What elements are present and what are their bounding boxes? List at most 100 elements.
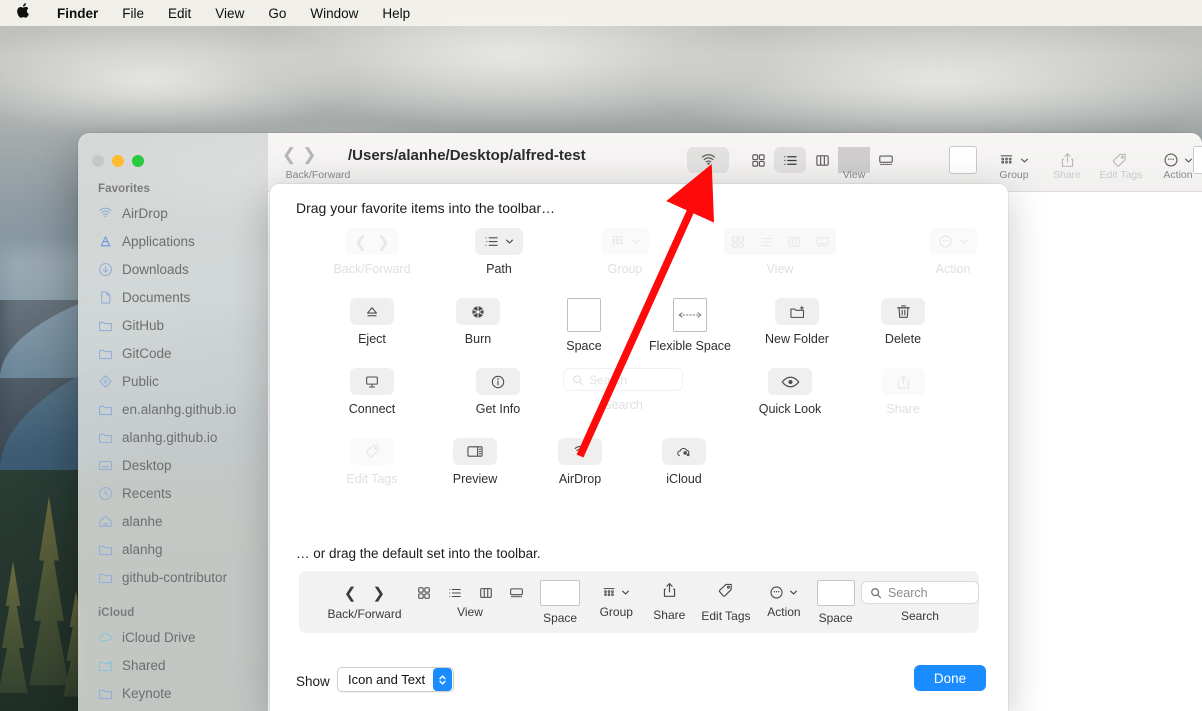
palette-item-group[interactable]: Group bbox=[570, 228, 680, 276]
palette-item-preview[interactable]: Preview bbox=[420, 438, 530, 486]
default-set-bar[interactable]: ❮ ❯ Back/Forward View Space Group Share … bbox=[299, 571, 979, 633]
view-icon-mode-button[interactable] bbox=[742, 147, 774, 173]
toolbar-share-label: Share bbox=[1052, 169, 1082, 181]
sidebar-item-alanhg[interactable]: alanhg bbox=[78, 535, 268, 563]
menu-item-go[interactable]: Go bbox=[256, 6, 298, 21]
show-mode-select[interactable]: Icon and Text bbox=[337, 667, 455, 692]
sidebar-item-shared[interactable]: Shared bbox=[78, 651, 268, 679]
search-placeholder: Search bbox=[589, 372, 628, 387]
default-item-label: View bbox=[457, 604, 483, 619]
tag-icon bbox=[717, 582, 734, 604]
menu-item-file[interactable]: File bbox=[110, 6, 156, 21]
downloads-icon bbox=[97, 261, 114, 278]
palette-item-flexible-space[interactable]: Flexible Space bbox=[635, 298, 745, 353]
default-item-label: Share bbox=[653, 608, 686, 622]
default-item-search[interactable]: Search Search bbox=[860, 571, 979, 633]
sidebar-item-documents[interactable]: Documents bbox=[78, 283, 268, 311]
palette-item-burn[interactable]: Burn bbox=[423, 298, 533, 346]
palette-item-search[interactable]: Search Search bbox=[553, 368, 693, 412]
default-item-edit-tags[interactable]: Edit Tags bbox=[694, 571, 757, 633]
toolbar-items-palette: ❮ ❯ Back/Forward Path Group View Action … bbox=[270, 228, 1008, 508]
applications-icon bbox=[97, 233, 114, 250]
menu-item-finder[interactable]: Finder bbox=[45, 6, 110, 21]
trash-icon bbox=[881, 298, 925, 325]
sidebar-item-airdrop[interactable]: AirDrop bbox=[78, 199, 268, 227]
palette-item-airdrop[interactable]: AirDrop bbox=[525, 438, 635, 486]
toolbar-back-forward[interactable]: ❮ ❯ bbox=[282, 146, 317, 164]
palette-item-connect[interactable]: Connect bbox=[317, 368, 427, 416]
menu-item-window[interactable]: Window bbox=[298, 6, 370, 21]
default-item-back-forward[interactable]: ❮ ❯ Back/Forward bbox=[321, 571, 408, 633]
path-icon bbox=[475, 228, 523, 255]
forward-icon[interactable]: ❯ bbox=[302, 146, 316, 164]
palette-item-get-info[interactable]: Get Info bbox=[443, 368, 553, 416]
sidebar-item-icloud-drive[interactable]: iCloud Drive bbox=[78, 623, 268, 651]
search-field-icon[interactable]: Search bbox=[860, 581, 979, 604]
sidebar-item-label: alanhg.github.io bbox=[122, 429, 218, 445]
toolbar-edit-tags-label: Edit Tags bbox=[1099, 169, 1143, 181]
default-item-label: Action bbox=[767, 605, 801, 619]
default-item-view[interactable]: View bbox=[408, 571, 532, 633]
menu-item-view[interactable]: View bbox=[203, 6, 256, 21]
sidebar-item-applications[interactable]: Applications bbox=[78, 227, 268, 255]
toolbar-airdrop-button[interactable] bbox=[687, 147, 729, 173]
palette-item-delete[interactable]: Delete bbox=[848, 298, 958, 346]
icloud-share-icon bbox=[662, 438, 706, 465]
palette-item-quick-look[interactable]: Quick Look bbox=[720, 368, 860, 416]
palette-item-back-forward[interactable]: ❮ ❯ Back/Forward bbox=[317, 228, 427, 276]
sidebar-item-public[interactable]: Public bbox=[78, 367, 268, 395]
menu-bar: Finder File Edit View Go Window Help bbox=[0, 0, 1202, 26]
sidebar-item-downloads[interactable]: Downloads bbox=[78, 255, 268, 283]
view-list-mode-icon bbox=[439, 586, 470, 600]
search-placeholder: Search bbox=[887, 585, 928, 600]
palette-item-label: Delete bbox=[884, 332, 922, 346]
info-icon bbox=[476, 368, 520, 395]
share-icon bbox=[662, 582, 677, 603]
palette-item-eject[interactable]: Eject bbox=[317, 298, 427, 346]
default-item-space[interactable]: Space bbox=[532, 571, 588, 633]
palette-item-space[interactable]: Space bbox=[529, 298, 639, 353]
default-item-label: Edit Tags bbox=[701, 608, 751, 623]
menu-item-edit[interactable]: Edit bbox=[156, 6, 203, 21]
palette-row: ❮ ❯ Back/Forward Path Group View Action bbox=[270, 228, 1008, 298]
toolbar-space-item-2[interactable] bbox=[1193, 146, 1202, 174]
sidebar-item-label: iCloud Drive bbox=[122, 629, 196, 645]
palette-item-path[interactable]: Path bbox=[444, 228, 554, 276]
default-item-action[interactable]: Action bbox=[758, 571, 811, 633]
done-button[interactable]: Done bbox=[914, 665, 986, 691]
sidebar-item-keynote[interactable]: Keynote bbox=[78, 679, 268, 707]
sidebar-item-gitcode[interactable]: GitCode bbox=[78, 339, 268, 367]
palette-item-label: Edit Tags bbox=[346, 472, 398, 486]
sidebar-item-alanhg-github-io[interactable]: alanhg.github.io bbox=[78, 423, 268, 451]
close-button[interactable] bbox=[92, 155, 104, 167]
default-item-space-2[interactable]: Space bbox=[810, 571, 861, 633]
view-list-mode-button[interactable] bbox=[774, 147, 806, 173]
sidebar-item-label: Recents bbox=[122, 485, 172, 501]
palette-item-label: Preview bbox=[452, 472, 498, 486]
sidebar-item-github[interactable]: GitHub bbox=[78, 311, 268, 339]
palette-item-view[interactable]: View bbox=[710, 228, 850, 276]
minimize-button[interactable] bbox=[112, 155, 124, 167]
sidebar-item-alanhe[interactable]: alanhe bbox=[78, 507, 268, 535]
sidebar-item-label: Desktop bbox=[122, 457, 172, 473]
sidebar-item-en-alanhg-github-io[interactable]: en.alanhg.github.io bbox=[78, 395, 268, 423]
default-item-group[interactable]: Group bbox=[588, 571, 644, 633]
view-segmented-icon bbox=[724, 228, 836, 255]
sidebar-item-recents[interactable]: Recents bbox=[78, 479, 268, 507]
palette-item-edit-tags[interactable]: Edit Tags bbox=[317, 438, 427, 486]
sidebar-item-desktop[interactable]: Desktop bbox=[78, 451, 268, 479]
home-icon bbox=[97, 513, 114, 530]
palette-item-new-folder[interactable]: New Folder bbox=[742, 298, 852, 346]
menu-item-help[interactable]: Help bbox=[370, 6, 422, 21]
palette-item-share[interactable]: Share bbox=[848, 368, 958, 416]
palette-item-label: Quick Look bbox=[758, 402, 822, 416]
sidebar-item-github-contributor[interactable]: github-contributor bbox=[78, 563, 268, 591]
back-icon[interactable]: ❮ bbox=[282, 146, 296, 164]
palette-item-action[interactable]: Action bbox=[898, 228, 1008, 276]
apple-menu-icon[interactable] bbox=[14, 2, 45, 25]
default-item-share[interactable]: Share bbox=[644, 571, 694, 633]
toolbar-space-item[interactable] bbox=[949, 146, 977, 174]
search-field-icon[interactable]: Search bbox=[563, 368, 683, 391]
palette-item-icloud[interactable]: iCloud bbox=[629, 438, 739, 486]
zoom-button[interactable] bbox=[132, 155, 144, 167]
